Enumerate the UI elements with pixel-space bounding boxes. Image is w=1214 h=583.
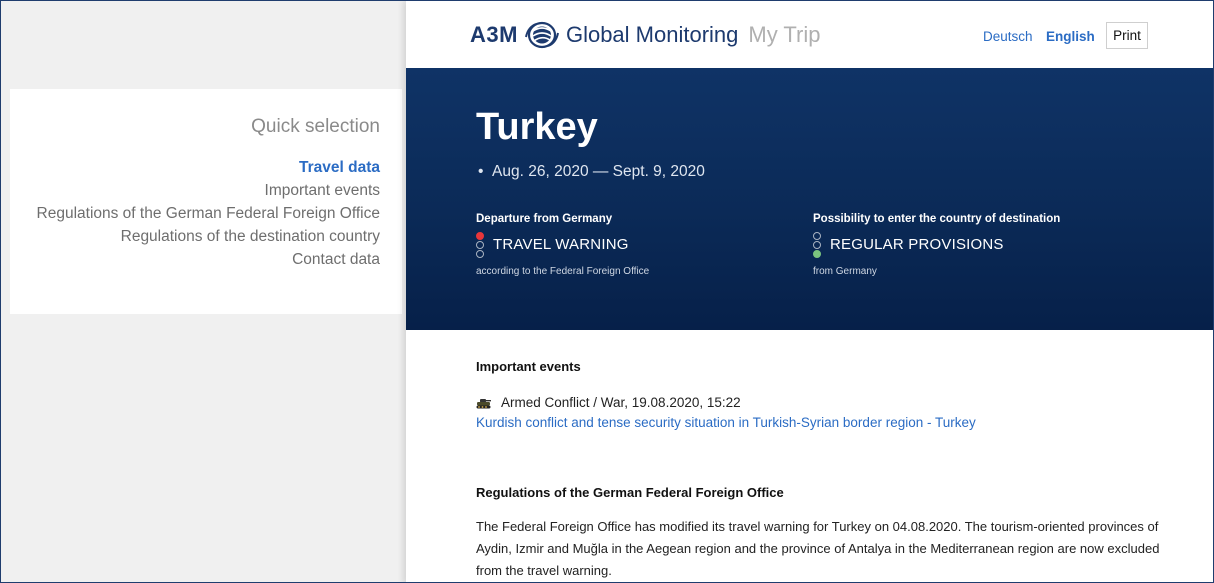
departure-status: TRAVEL WARNING: [493, 236, 629, 253]
departure-block: Departure from Germany TRAVEL WARNING ac…: [476, 213, 649, 277]
quick-link-contact-data[interactable]: Contact data: [37, 248, 380, 271]
important-events-title: Important events: [476, 359, 581, 374]
language-deutsch-link[interactable]: Deutsch: [983, 29, 1033, 44]
brand-logo[interactable]: A3M Global Monitoring My Trip: [470, 21, 821, 49]
print-button[interactable]: Print: [1106, 22, 1148, 49]
quick-selection-title: Quick selection: [251, 116, 380, 137]
light-red: [476, 231, 484, 240]
browser-frame: Quick selection Travel data Important ev…: [0, 0, 1214, 583]
light-amber: [813, 240, 821, 249]
departure-note: according to the Federal Foreign Office: [476, 266, 650, 277]
brand-a3m: A3M: [470, 22, 518, 47]
traffic-light-icon: [813, 231, 825, 258]
brand-name: Global Monitoring: [565, 22, 739, 47]
foreign-office-title: Regulations of the German Federal Foreig…: [476, 485, 784, 500]
trip-dates: • Aug. 26, 2020 — Sept. 9, 2020: [478, 163, 705, 181]
trip-hero: Turkey • Aug. 26, 2020 — Sept. 9, 2020 D…: [406, 68, 1213, 330]
quick-link-foreign-office[interactable]: Regulations of the German Federal Foreig…: [37, 202, 380, 225]
entry-block: Possibility to enter the country of dest…: [813, 213, 1060, 277]
entry-status-row: REGULAR PROVISIONS: [813, 231, 1060, 258]
quick-selection-panel: Quick selection Travel data Important ev…: [10, 89, 402, 314]
light-green: [476, 249, 484, 258]
quick-link-destination-regulations[interactable]: Regulations of the destination country: [37, 225, 380, 248]
quick-link-travel-data[interactable]: Travel data: [37, 156, 380, 179]
quick-link-important-events[interactable]: Important events: [37, 179, 380, 202]
main-panel: A3M Global Monitoring My Trip Deutsch En…: [406, 1, 1213, 582]
globe-icon: [524, 21, 559, 49]
foreign-office-section: Regulations of the German Federal Foreig…: [476, 485, 1176, 582]
departure-status-row: TRAVEL WARNING: [476, 231, 649, 258]
light-red: [813, 231, 821, 240]
event-link[interactable]: Kurdish conflict and tense security situ…: [476, 415, 1176, 430]
traffic-light-icon: [476, 231, 488, 258]
entry-note: from Germany: [813, 266, 877, 277]
light-amber: [476, 240, 484, 249]
entry-title: Possibility to enter the country of dest…: [813, 213, 1061, 225]
brand-subtitle: My Trip: [748, 22, 821, 47]
bullet: •: [478, 163, 493, 180]
quick-selection-list: Travel data Important events Regulations…: [37, 156, 380, 271]
tank-icon: [476, 398, 491, 408]
country-title: Turkey: [476, 106, 598, 148]
important-events-section: Important events Armed Conflict / War, 1…: [476, 359, 1176, 430]
header: A3M Global Monitoring My Trip Deutsch En…: [406, 1, 1213, 68]
language-english-link[interactable]: English: [1046, 29, 1095, 44]
trip-dates-text: Aug. 26, 2020 — Sept. 9, 2020: [492, 163, 705, 180]
foreign-office-text: The Federal Foreign Office has modified …: [476, 519, 1160, 578]
event-meta: Armed Conflict / War, 19.08.2020, 15:22: [476, 395, 1176, 410]
event-meta-text: Armed Conflict / War, 19.08.2020, 15:22: [501, 395, 741, 410]
light-green: [813, 249, 821, 258]
departure-title: Departure from Germany: [476, 213, 613, 225]
entry-status: REGULAR PROVISIONS: [830, 236, 1004, 253]
